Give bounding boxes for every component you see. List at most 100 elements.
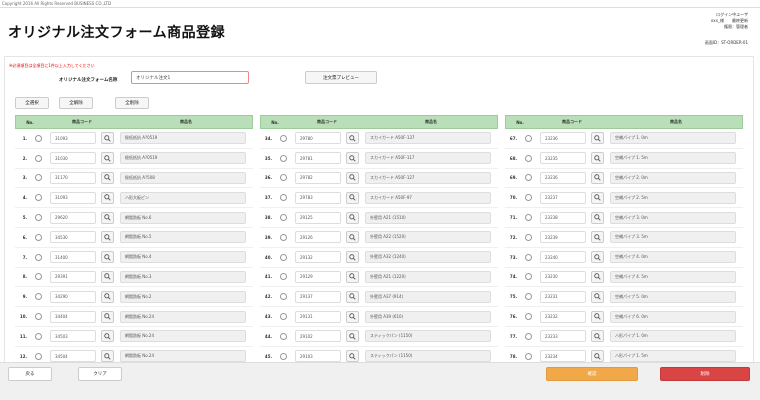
product-code-input[interactable]: 29781 [295,152,341,165]
product-code-input[interactable]: 29783 [295,191,341,204]
search-button[interactable] [101,310,114,323]
search-button[interactable] [591,350,604,363]
search-button[interactable] [591,171,604,184]
product-code-input[interactable]: 31400 [50,251,96,264]
back-button[interactable]: 戻る [8,367,52,381]
search-button[interactable] [101,231,114,244]
search-button[interactable] [591,132,604,145]
search-button[interactable] [591,290,604,303]
product-code-input[interactable]: 23236 [540,132,586,145]
search-button[interactable] [101,171,114,184]
product-code-input[interactable]: 23239 [540,231,586,244]
row-radio[interactable] [280,174,287,182]
product-code-input[interactable]: 31170 [50,171,96,184]
product-code-input[interactable]: 23233 [540,330,586,343]
row-radio[interactable] [525,174,532,182]
search-button[interactable] [346,152,359,165]
search-button[interactable] [346,211,359,224]
product-code-input[interactable]: 29132 [295,251,341,264]
row-radio[interactable] [35,313,42,321]
row-radio[interactable] [280,313,287,321]
search-button[interactable] [591,330,604,343]
product-code-input[interactable]: 31093 [50,132,96,145]
row-radio[interactable] [525,134,532,142]
row-radio[interactable] [280,134,287,142]
row-radio[interactable] [35,194,42,202]
row-radio[interactable] [35,253,42,261]
row-radio[interactable] [35,214,42,222]
search-button[interactable] [101,191,114,204]
product-code-input[interactable]: 34504 [50,350,96,363]
product-code-input[interactable]: 29129 [295,270,341,283]
search-button[interactable] [101,290,114,303]
row-radio[interactable] [280,253,287,261]
delete-all-button[interactable]: 全削除 [115,97,149,109]
row-radio[interactable] [35,273,42,281]
product-code-input[interactable]: 23232 [540,310,586,323]
row-radio[interactable] [280,352,287,360]
search-button[interactable] [591,152,604,165]
product-code-input[interactable]: 23231 [540,290,586,303]
row-radio[interactable] [280,273,287,281]
product-code-input[interactable]: 31030 [50,152,96,165]
search-button[interactable] [346,231,359,244]
product-code-input[interactable]: 29126 [295,231,341,244]
row-radio[interactable] [35,154,42,162]
row-radio[interactable] [35,134,42,142]
product-code-input[interactable]: 23240 [540,251,586,264]
product-code-input[interactable]: 29780 [295,132,341,145]
search-button[interactable] [591,231,604,244]
search-button[interactable] [101,152,114,165]
search-button[interactable] [101,132,114,145]
row-radio[interactable] [525,332,532,340]
product-code-input[interactable]: 29137 [295,290,341,303]
product-code-input[interactable]: 34503 [50,330,96,343]
product-code-input[interactable]: 23230 [540,270,586,283]
row-radio[interactable] [280,214,287,222]
row-radio[interactable] [35,174,42,182]
row-radio[interactable] [280,233,287,241]
row-radio[interactable] [525,253,532,261]
clear-button[interactable]: クリア [78,367,122,381]
row-radio[interactable] [525,313,532,321]
row-radio[interactable] [525,154,532,162]
search-button[interactable] [346,191,359,204]
form-name-input[interactable] [131,71,249,84]
row-radio[interactable] [525,352,532,360]
row-radio[interactable] [525,293,532,301]
search-button[interactable] [591,211,604,224]
row-radio[interactable] [280,293,287,301]
confirm-button[interactable]: 確認 [546,367,638,381]
product-code-input[interactable]: 34404 [50,310,96,323]
product-code-input[interactable]: 29125 [295,211,341,224]
product-code-input[interactable]: 23235 [540,152,586,165]
row-radio[interactable] [525,214,532,222]
row-radio[interactable] [525,194,532,202]
row-radio[interactable] [35,332,42,340]
product-code-input[interactable]: 23236 [540,171,586,184]
product-code-input[interactable]: 29620 [50,211,96,224]
row-radio[interactable] [280,154,287,162]
select-all-button[interactable]: 全選択 [15,97,49,109]
search-button[interactable] [346,310,359,323]
product-code-input[interactable]: 29102 [295,330,341,343]
search-button[interactable] [591,270,604,283]
product-code-input[interactable]: 34530 [50,231,96,244]
product-code-input[interactable]: 23238 [540,211,586,224]
product-code-input[interactable]: 23234 [540,350,586,363]
search-button[interactable] [101,330,114,343]
row-radio[interactable] [35,233,42,241]
row-radio[interactable] [525,233,532,241]
row-radio[interactable] [35,352,42,360]
product-code-input[interactable]: 29391 [50,270,96,283]
product-code-input[interactable]: 29103 [295,350,341,363]
search-button[interactable] [346,330,359,343]
search-button[interactable] [591,191,604,204]
search-button[interactable] [591,251,604,264]
product-code-input[interactable]: 29131 [295,310,341,323]
deselect-all-button[interactable]: 全解除 [59,97,93,109]
row-radio[interactable] [280,332,287,340]
search-button[interactable] [346,350,359,363]
search-button[interactable] [346,132,359,145]
search-button[interactable] [346,171,359,184]
